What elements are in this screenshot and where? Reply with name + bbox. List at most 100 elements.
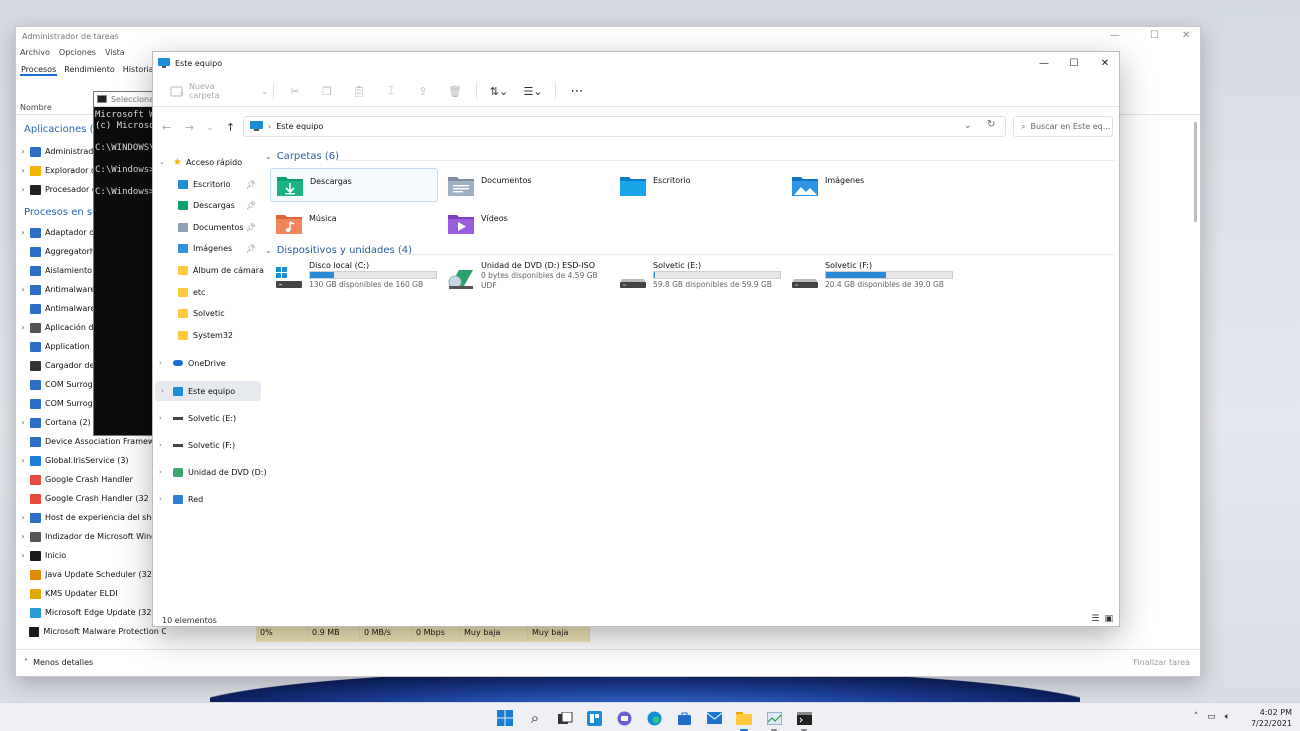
- folder-escritorio[interactable]: Escritorio: [614, 168, 782, 202]
- nav-quick-item[interactable]: System32: [153, 325, 259, 345]
- folder-descargas[interactable]: Descargas: [270, 168, 438, 202]
- minimize-icon[interactable]: —: [1029, 55, 1059, 71]
- windows-start-icon[interactable]: [495, 708, 515, 728]
- task-manager-icon[interactable]: [764, 708, 784, 731]
- sort-icon[interactable]: ⇅⌄: [482, 81, 516, 101]
- cut-icon[interactable]: ✂: [279, 81, 311, 101]
- nav-quick-item[interactable]: Escritorio 📌︎: [153, 174, 259, 194]
- nav-quick-item[interactable]: Imágenes 📌︎: [153, 239, 259, 259]
- up-arrow-icon[interactable]: ↑: [219, 121, 242, 134]
- folder-videos[interactable]: Vídeos: [442, 206, 610, 240]
- share-icon[interactable]: ⇪: [407, 81, 439, 101]
- back-arrow-icon[interactable]: ←: [155, 121, 178, 134]
- nav-este-equipo[interactable]: › Este equipo: [155, 381, 261, 401]
- more-options-icon[interactable]: ⋯: [561, 81, 593, 101]
- fewer-details-button[interactable]: ˄ Menos detalles: [24, 658, 93, 667]
- drive-label: Solvetic (F:): [825, 261, 873, 270]
- folder-musica[interactable]: Música: [270, 206, 438, 240]
- drives-group-header[interactable]: ⌄ Dispositivos y unidades (4): [265, 245, 412, 256]
- nav-onedrive[interactable]: › OneDrive: [153, 353, 259, 373]
- pin-icon[interactable]: 📌︎: [246, 244, 256, 253]
- process-row[interactable]: Google Crash Handler: [16, 470, 166, 489]
- process-row[interactable]: KMS Updater ELDI: [16, 584, 166, 603]
- scrollbar[interactable]: [1194, 122, 1197, 222]
- tab-procesos[interactable]: Procesos: [20, 65, 58, 76]
- nav-dvd[interactable]: › Unidad de DVD (D:): [153, 462, 267, 482]
- view-icon[interactable]: ☰⌄: [516, 81, 550, 101]
- cmd-line: [94, 132, 154, 143]
- file-explorer-icon[interactable]: [734, 708, 754, 731]
- close-icon[interactable]: ✕: [1182, 30, 1190, 41]
- nav-red[interactable]: › Red: [153, 489, 259, 509]
- drive-e[interactable]: Solvetic (E:) 59.8 GB disponibles de 59.…: [614, 261, 784, 297]
- process-row[interactable]: Microsoft Malware Protection C...: [16, 622, 166, 641]
- process-row[interactable]: › Indizador de Microsoft Wind: [16, 527, 166, 546]
- forward-arrow-icon[interactable]: →: [178, 121, 201, 134]
- search-icon[interactable]: ⌕: [525, 708, 545, 728]
- pin-icon[interactable]: 📌︎: [246, 201, 256, 210]
- cmd-output[interactable]: Microsoft W (c) Microso C:\WINDOWS\ C:\Wi…: [94, 107, 155, 198]
- nav-quick-access[interactable]: ⌄ ★ Acceso rápido: [153, 152, 259, 172]
- delete-icon[interactable]: 🗑︎: [439, 81, 471, 101]
- close-icon[interactable]: ✕: [1090, 55, 1119, 71]
- folder-imagenes[interactable]: Imágenes: [786, 168, 954, 202]
- process-row[interactable]: › Global.IrisService (3): [16, 451, 166, 470]
- volume-icon[interactable]: 🔈︎: [1225, 712, 1230, 722]
- breadcrumb-este-equipo[interactable]: Este equipo: [276, 122, 323, 131]
- process-row[interactable]: Microsoft Edge Update (32 b: [16, 603, 166, 622]
- maximize-icon[interactable]: ☐: [1059, 55, 1089, 71]
- folders-group-header[interactable]: ⌄ Carpetas (6): [265, 151, 339, 162]
- nav-quick-item[interactable]: Documentos 📌︎: [153, 217, 259, 237]
- search-box[interactable]: ⌕ Buscar en Este eq...: [1013, 116, 1113, 137]
- edge-icon[interactable]: [644, 708, 664, 728]
- process-row[interactable]: › Inicio: [16, 546, 166, 565]
- terminal-icon[interactable]: [794, 708, 814, 731]
- chevron-up-icon[interactable]: ˄: [1194, 712, 1199, 722]
- process-row[interactable]: Google Crash Handler (32 bi: [16, 489, 166, 508]
- maximize-icon[interactable]: ☐: [1150, 30, 1159, 41]
- nav-quick-item[interactable]: Descargas 📌︎: [153, 196, 259, 216]
- menu-vista[interactable]: Vista: [105, 48, 125, 57]
- paste-icon[interactable]: 📋︎: [343, 81, 375, 101]
- drive-usage-fill: [654, 272, 656, 278]
- nav-quick-item[interactable]: Solvetic: [153, 304, 259, 324]
- nav-solvetic-e[interactable]: › Solvetic (E:): [153, 408, 259, 428]
- address-history-chevron-icon[interactable]: ⌄: [964, 121, 972, 131]
- process-row[interactable]: › Host de experiencia del shell: [16, 508, 166, 527]
- nav-quick-item-label: System32: [193, 330, 234, 340]
- tab-rendimiento[interactable]: Rendimiento: [63, 65, 116, 76]
- drive-f[interactable]: Solvetic (F:) 20.4 GB disponibles de 39.…: [786, 261, 956, 297]
- pin-icon[interactable]: 📌︎: [246, 180, 256, 189]
- details-view-icon[interactable]: ☰: [1091, 614, 1099, 624]
- tiles-view-icon[interactable]: ▣: [1104, 614, 1113, 624]
- clock[interactable]: 4:02 PM 7/22/2021: [1244, 707, 1292, 729]
- end-task-button[interactable]: Finalizar tarea: [1133, 658, 1190, 667]
- folder-documentos[interactable]: Documentos: [442, 168, 610, 202]
- chat-icon[interactable]: [614, 708, 634, 728]
- copy-icon[interactable]: ❐: [311, 81, 343, 101]
- address-bar[interactable]: › Este equipo: [243, 116, 1006, 137]
- folder-label: Música: [309, 214, 337, 223]
- nav-solvetic-f[interactable]: › Solvetic (F:): [153, 435, 259, 455]
- menu-opciones[interactable]: Opciones: [59, 48, 96, 57]
- drive-c[interactable]: Disco local (C:) 130 GB disponibles de 1…: [270, 261, 440, 297]
- mail-icon[interactable]: [704, 708, 724, 728]
- menu-archivo[interactable]: Archivo: [20, 48, 50, 57]
- store-icon[interactable]: [674, 708, 694, 728]
- column-name[interactable]: Nombre: [20, 103, 52, 112]
- new-folder-button[interactable]: + Nueva carpeta ⌄: [166, 82, 268, 100]
- task-view-icon[interactable]: [555, 708, 575, 728]
- pin-icon[interactable]: 📌︎: [246, 223, 256, 232]
- drive-d-dvd[interactable]: Unidad de DVD (D:) ESD-ISO 0 bytes dispo…: [442, 261, 612, 297]
- file-explorer-window[interactable]: Este equipo — ☐ ✕ + Nueva carpeta ⌄ ✂ ❐ …: [152, 51, 1120, 627]
- widgets-icon[interactable]: [584, 708, 604, 728]
- process-row[interactable]: Java Update Scheduler (32 bi: [16, 565, 166, 584]
- rename-icon[interactable]: ⌶: [375, 81, 407, 101]
- network-icon[interactable]: ▭: [1207, 712, 1216, 722]
- nav-quick-item[interactable]: Álbum de cámara: [153, 260, 264, 280]
- refresh-icon[interactable]: ↻: [987, 119, 995, 130]
- recent-chevron-icon[interactable]: ⌄: [201, 123, 219, 132]
- cmd-window[interactable]: Selecciona Microsoft W (c) Microso C:\WIN…: [93, 91, 155, 436]
- minimize-icon[interactable]: —: [1110, 30, 1120, 41]
- nav-quick-item[interactable]: etc: [153, 282, 259, 302]
